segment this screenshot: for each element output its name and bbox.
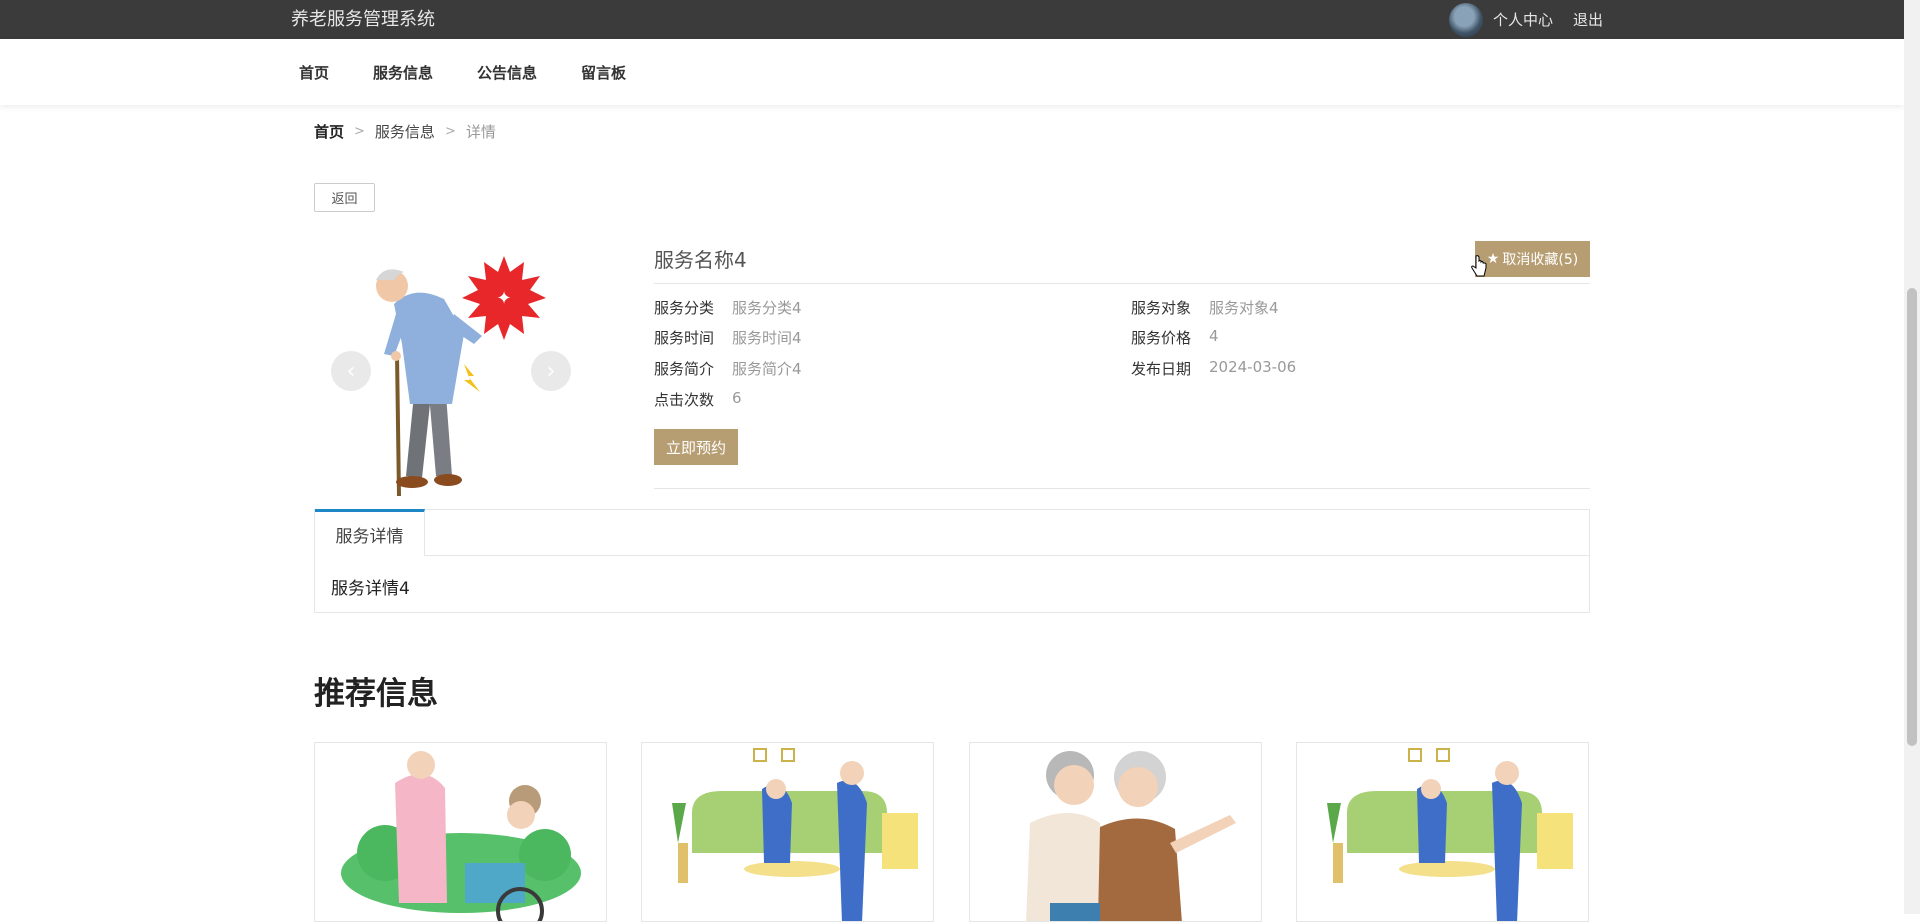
field-intro: 服务简介 服务简介4 bbox=[654, 358, 802, 379]
field-clicks: 点击次数 6 bbox=[654, 389, 742, 410]
tab-service-detail[interactable]: 服务详情 bbox=[315, 509, 425, 556]
breadcrumb-home[interactable]: 首页 bbox=[314, 121, 344, 142]
service-title: 服务名称4 bbox=[654, 248, 747, 272]
field-value: 服务分类4 bbox=[732, 299, 802, 317]
field-label: 发布日期 bbox=[1131, 360, 1192, 378]
breadcrumb: 首页 > 服务信息 > 详情 bbox=[314, 121, 496, 142]
field-label: 服务分类 bbox=[654, 299, 715, 317]
recommend-card[interactable] bbox=[1296, 742, 1589, 922]
recommend-card[interactable] bbox=[969, 742, 1262, 922]
nav-item-message-board[interactable]: 留言板 bbox=[581, 62, 626, 83]
breadcrumb-separator: > bbox=[444, 124, 456, 139]
book-now-button[interactable]: 立即预约 bbox=[654, 429, 738, 465]
field-label: 服务时间 bbox=[654, 329, 715, 347]
recommend-card[interactable] bbox=[314, 742, 607, 922]
field-value: 2024-03-06 bbox=[1209, 358, 1297, 376]
field-label: 服务简介 bbox=[654, 360, 715, 378]
recommend-card[interactable] bbox=[641, 742, 934, 922]
field-label: 服务价格 bbox=[1131, 329, 1192, 347]
carousel-next-button[interactable]: › bbox=[531, 351, 571, 391]
field-target: 服务对象 服务对象4 bbox=[1131, 297, 1279, 318]
breadcrumb-separator: > bbox=[354, 124, 365, 139]
nav-item-services[interactable]: 服务信息 bbox=[373, 62, 433, 83]
breadcrumb-services[interactable]: 服务信息 bbox=[375, 121, 435, 142]
field-price: 服务价格 4 bbox=[1131, 327, 1219, 348]
nav-item-announcements[interactable]: 公告信息 bbox=[477, 62, 537, 83]
field-label: 点击次数 bbox=[654, 391, 715, 409]
tab-content: 服务详情4 bbox=[331, 579, 410, 599]
field-value: 6 bbox=[732, 389, 742, 407]
field-time: 服务时间 服务时间4 bbox=[654, 327, 802, 348]
avatar[interactable] bbox=[1449, 2, 1483, 37]
field-value: 服务对象4 bbox=[1209, 299, 1279, 317]
recommend-image bbox=[341, 751, 581, 921]
detail-tab-panel: 服务详情 服务详情4 bbox=[314, 509, 1590, 613]
image-carousel: ✦ ‹ › bbox=[314, 244, 578, 498]
user-menu: 个人中心 退出 bbox=[1449, 0, 1623, 39]
star-icon: ★ bbox=[1486, 251, 1500, 267]
unfavorite-label: 取消收藏(5) bbox=[1502, 252, 1579, 268]
field-value: 服务简介4 bbox=[732, 360, 802, 378]
recommend-image bbox=[1026, 751, 1236, 921]
carousel-prev-button[interactable]: ‹ bbox=[331, 351, 371, 391]
breadcrumb-current: 详情 bbox=[465, 123, 496, 141]
field-category: 服务分类 服务分类4 bbox=[654, 297, 802, 318]
divider bbox=[654, 283, 1590, 284]
app-title: 养老服务管理系统 bbox=[291, 9, 435, 30]
back-button[interactable]: 返回 bbox=[314, 183, 375, 212]
recommend-image bbox=[1327, 748, 1573, 921]
vertical-scrollbar[interactable] bbox=[1904, 0, 1920, 914]
logout-link[interactable]: 退出 bbox=[1573, 9, 1603, 30]
scrollbar-thumb[interactable] bbox=[1907, 288, 1917, 746]
top-bar: 养老服务管理系统 个人中心 退出 bbox=[0, 0, 1904, 39]
field-publish-date: 发布日期 2024-03-06 bbox=[1131, 358, 1296, 379]
field-value: 服务时间4 bbox=[732, 329, 802, 347]
divider bbox=[654, 488, 1590, 489]
nav-item-home[interactable]: 首页 bbox=[299, 62, 329, 83]
unfavorite-button[interactable]: ★ 取消收藏(5) bbox=[1475, 241, 1590, 277]
recommend-heading: 推荐信息 bbox=[314, 676, 438, 712]
pointer-cursor-icon bbox=[1471, 255, 1487, 277]
field-label: 服务对象 bbox=[1131, 299, 1192, 317]
svg-text:✦: ✦ bbox=[496, 288, 511, 309]
personal-center-link[interactable]: 个人中心 bbox=[1493, 9, 1553, 30]
field-value: 4 bbox=[1209, 327, 1219, 345]
tab-bar: 服务详情 bbox=[315, 509, 1589, 556]
main-nav: 首页 服务信息 公告信息 留言板 bbox=[0, 39, 1904, 105]
recommend-image bbox=[672, 748, 918, 921]
